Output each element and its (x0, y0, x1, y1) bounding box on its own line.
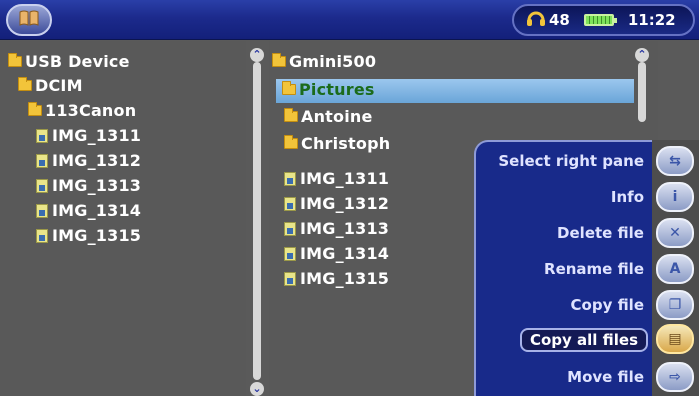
select-pane-icon[interactable]: ⇆ (656, 146, 694, 176)
left-scrollbar[interactable]: ⌃ ⌄ (249, 48, 265, 396)
list-item-label: IMG_1315 (52, 226, 142, 245)
list-item[interactable]: DCIM (18, 76, 83, 95)
image-file-icon (284, 196, 296, 211)
image-file-icon (36, 203, 48, 218)
battery-icon (583, 14, 617, 26)
menu-item-copy-file[interactable]: Copy file (571, 296, 644, 314)
list-item-label: IMG_1311 (52, 126, 142, 145)
list-item[interactable]: IMG_1311 (36, 126, 141, 145)
top-bar: 48 11:22 (0, 0, 699, 40)
list-item[interactable]: Antoine (284, 107, 373, 126)
list-item-label: IMG_1313 (300, 219, 390, 238)
list-item[interactable]: IMG_1312 (36, 151, 141, 170)
copy-file-icon[interactable]: ❐ (656, 290, 694, 320)
list-item[interactable]: Gmini500 (272, 52, 376, 71)
copy-all-icon[interactable]: ▤ (656, 324, 694, 354)
list-item-label: 113Canon (45, 101, 137, 120)
list-item[interactable]: IMG_1314 (284, 244, 389, 263)
scroll-track[interactable] (638, 62, 646, 122)
list-item-label: Antoine (301, 107, 373, 126)
image-file-icon (36, 128, 48, 143)
list-item[interactable]: IMG_1315 (36, 226, 141, 245)
list-item[interactable]: IMG_1312 (284, 194, 389, 213)
folder-icon (272, 53, 286, 67)
menu-item-delete-file[interactable]: Delete file (557, 224, 644, 242)
menu-item-copy-all-files[interactable]: Copy all files (519, 328, 648, 352)
list-item[interactable]: IMG_1311 (284, 169, 389, 188)
list-item[interactable]: IMG_1313 (36, 176, 141, 195)
context-menu: Select right pane Info Delete file Renam… (474, 140, 654, 396)
scroll-track[interactable] (253, 62, 261, 380)
rename-icon[interactable]: A (656, 254, 694, 284)
list-item-label: IMG_1312 (300, 194, 390, 213)
list-item-label: DCIM (35, 76, 83, 95)
list-item-label: IMG_1314 (300, 244, 390, 263)
image-file-icon (36, 178, 48, 193)
list-item-label: IMG_1312 (52, 151, 142, 170)
image-file-icon (284, 221, 296, 236)
list-item-label: Christoph (301, 134, 391, 153)
menu-icon-column: ⇆ i ✕ A ❐ ▤ ⇨ (652, 140, 699, 396)
list-item-label: Gmini500 (289, 52, 377, 71)
scroll-up-icon[interactable]: ⌃ (635, 48, 649, 62)
folder-icon (284, 108, 298, 122)
volume-level: 48 (549, 11, 570, 29)
image-file-icon (284, 171, 296, 186)
move-file-icon[interactable]: ⇨ (656, 362, 694, 392)
folder-icon (28, 102, 42, 116)
scroll-up-icon[interactable]: ⌃ (250, 48, 264, 62)
menu-item-rename-file[interactable]: Rename file (544, 260, 644, 278)
list-item[interactable]: IMG_1315 (284, 269, 389, 288)
headphones-icon (526, 10, 546, 30)
status-area: 48 11:22 (512, 4, 695, 36)
list-item[interactable]: USB Device (8, 52, 130, 71)
image-file-icon (284, 271, 296, 286)
folder-icon (284, 135, 298, 149)
list-item[interactable]: Christoph (284, 134, 390, 153)
delete-icon[interactable]: ✕ (656, 218, 694, 248)
folder-icon (8, 53, 22, 67)
clock: 11:22 (627, 11, 676, 29)
list-item[interactable]: 113Canon (28, 101, 136, 120)
folder-icon (282, 81, 296, 95)
list-item-selected[interactable]: Pictures (282, 80, 375, 99)
list-item-label: IMG_1315 (300, 269, 390, 288)
image-file-icon (284, 246, 296, 261)
info-icon[interactable]: i (656, 182, 694, 212)
folder-icon (18, 77, 32, 91)
image-file-icon (36, 153, 48, 168)
image-file-icon (36, 228, 48, 243)
volume-indicator: 48 (526, 10, 570, 30)
home-button[interactable] (6, 4, 52, 36)
list-item-label: Pictures (299, 80, 375, 99)
list-item[interactable]: IMG_1314 (36, 201, 141, 220)
menu-item-move-file[interactable]: Move file (567, 368, 644, 386)
list-item-label: IMG_1314 (52, 201, 142, 220)
scroll-down-icon[interactable]: ⌄ (250, 382, 264, 396)
home-icon (18, 9, 40, 31)
menu-item-select-right-pane[interactable]: Select right pane (498, 152, 644, 170)
list-item-label: USB Device (25, 52, 130, 71)
right-scrollbar[interactable]: ⌃ (634, 48, 650, 128)
list-item-label: IMG_1313 (52, 176, 142, 195)
list-item[interactable]: IMG_1313 (284, 219, 389, 238)
list-item-label: IMG_1311 (300, 169, 390, 188)
menu-item-info[interactable]: Info (611, 188, 644, 206)
